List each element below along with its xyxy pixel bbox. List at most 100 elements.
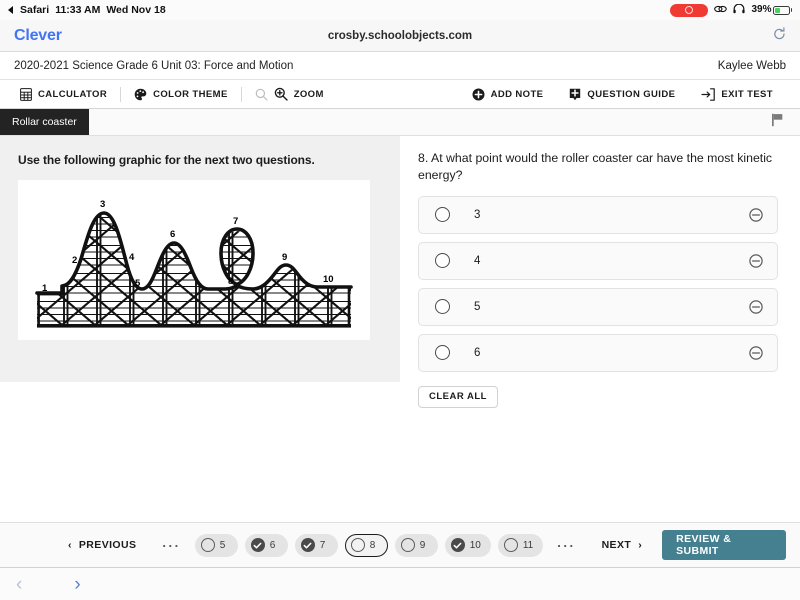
exit-test-button[interactable]: EXIT TEST bbox=[688, 88, 786, 101]
status-bar-right: 39% bbox=[670, 4, 792, 17]
calculator-button[interactable]: CALCULATOR bbox=[14, 80, 120, 108]
trailing-ellipsis: ... bbox=[543, 535, 589, 555]
answered-check-icon bbox=[301, 538, 315, 552]
clear-all-button[interactable]: CLEAR ALL bbox=[418, 386, 498, 408]
zoom-in-icon[interactable] bbox=[274, 87, 288, 101]
point-label-8: 8 bbox=[228, 276, 233, 287]
test-toolbar: CALCULATOR COLOR THEME bbox=[0, 79, 800, 109]
back-to-app-icon[interactable] bbox=[8, 6, 13, 14]
status-bar-left: Safari 11:33 AM Wed Nov 18 bbox=[8, 4, 166, 16]
radio-button[interactable] bbox=[435, 253, 450, 268]
headphones-icon bbox=[733, 4, 745, 17]
status-bar-date: Wed Nov 18 bbox=[106, 4, 165, 16]
color-theme-label: COLOR THEME bbox=[153, 89, 228, 100]
question-pill-list: 5 6 7 8 9 bbox=[195, 534, 544, 557]
back-to-app-label[interactable]: Safari bbox=[20, 4, 49, 16]
stimulus-pane: Use the following graphic for the next t… bbox=[0, 136, 400, 382]
pill-number: 7 bbox=[320, 540, 326, 551]
point-label-7: 7 bbox=[233, 216, 238, 227]
answer-option-d[interactable]: 6 bbox=[418, 334, 778, 372]
app-root: Safari 11:33 AM Wed Nov 18 bbox=[0, 0, 800, 600]
color-theme-button[interactable]: COLOR THEME bbox=[121, 80, 241, 108]
screen-mirroring-icon bbox=[714, 4, 727, 17]
reload-icon[interactable] bbox=[773, 27, 786, 44]
test-title: 2020-2021 Science Grade 6 Unit 03: Force… bbox=[14, 60, 293, 72]
browser-forward-icon[interactable]: › bbox=[74, 575, 80, 594]
stimulus-instruction: Use the following graphic for the next t… bbox=[18, 153, 382, 167]
ios-status-bar: Safari 11:33 AM Wed Nov 18 bbox=[0, 0, 800, 20]
pill-number: 10 bbox=[470, 540, 481, 551]
zoom-label: ZOOM bbox=[294, 89, 324, 100]
unanswered-circle-icon bbox=[401, 538, 415, 552]
unanswered-circle-icon bbox=[504, 538, 518, 552]
zoom-controls[interactable]: ZOOM bbox=[242, 80, 337, 108]
record-indicator-icon[interactable] bbox=[670, 4, 708, 17]
exit-test-label: EXIT TEST bbox=[721, 89, 773, 100]
main-content: Use the following graphic for the next t… bbox=[0, 136, 800, 522]
zoom-out-icon[interactable] bbox=[255, 88, 268, 101]
add-note-button[interactable]: ADD NOTE bbox=[466, 88, 557, 101]
answer-option-a[interactable]: 3 bbox=[418, 196, 778, 234]
next-button[interactable]: NEXT › bbox=[590, 539, 655, 551]
answer-option-c[interactable]: 5 bbox=[418, 288, 778, 326]
tab-rollar-coaster[interactable]: Rollar coaster bbox=[0, 109, 89, 135]
next-label: NEXT bbox=[602, 539, 632, 551]
chevron-left-icon: ‹ bbox=[68, 539, 72, 551]
battery-icon bbox=[773, 6, 790, 15]
question-pill-8-current[interactable]: 8 bbox=[345, 534, 388, 557]
question-pill-6[interactable]: 6 bbox=[245, 534, 288, 557]
battery-fill bbox=[775, 8, 781, 13]
radio-button[interactable] bbox=[435, 345, 450, 360]
question-pill-9[interactable]: 9 bbox=[395, 534, 438, 557]
question-guide-label: QUESTION GUIDE bbox=[587, 89, 675, 100]
previous-label: PREVIOUS bbox=[79, 539, 136, 551]
point-label-2: 2 bbox=[72, 255, 77, 266]
record-dot-icon bbox=[685, 6, 693, 14]
status-bar-time: 11:33 AM bbox=[55, 4, 100, 16]
roller-coaster-diagram: 1 2 3 4 5 6 7 8 9 10 bbox=[18, 180, 370, 340]
question-guide-button[interactable]: QUESTION GUIDE bbox=[556, 88, 688, 101]
flag-question-button[interactable] bbox=[771, 109, 800, 135]
previous-button[interactable]: ‹ PREVIOUS bbox=[56, 539, 148, 551]
palette-icon bbox=[134, 88, 147, 101]
point-label-9: 9 bbox=[282, 252, 287, 263]
circle-minus-icon[interactable] bbox=[749, 254, 763, 268]
circle-minus-icon[interactable] bbox=[749, 208, 763, 222]
circle-minus-icon[interactable] bbox=[749, 300, 763, 314]
question-text: At what point would the roller coaster c… bbox=[418, 151, 772, 182]
answer-option-label: 3 bbox=[474, 209, 480, 221]
question-pill-11[interactable]: 11 bbox=[498, 534, 543, 557]
pill-number: 9 bbox=[420, 540, 426, 551]
clever-logo[interactable]: Clever bbox=[14, 27, 62, 45]
browser-top-bar: Clever crosby.schoolobjects.com bbox=[0, 20, 800, 52]
question-block: 8. At what point would the roller coaste… bbox=[418, 150, 778, 185]
question-pill-5[interactable]: 5 bbox=[195, 534, 238, 557]
point-label-6: 6 bbox=[170, 229, 175, 240]
pill-number: 5 bbox=[220, 540, 226, 551]
address-bar-url[interactable]: crosby.schoolobjects.com bbox=[0, 30, 800, 42]
tab-label: Rollar coaster bbox=[12, 116, 77, 128]
add-note-label: ADD NOTE bbox=[491, 89, 544, 100]
radio-button[interactable] bbox=[435, 207, 450, 222]
pill-number: 11 bbox=[523, 540, 533, 551]
browser-back-icon[interactable]: ‹ bbox=[16, 575, 22, 594]
student-name: Kaylee Webb bbox=[718, 60, 786, 72]
answered-check-icon bbox=[251, 538, 265, 552]
battery-indicator: 39% bbox=[751, 5, 792, 15]
radio-button[interactable] bbox=[435, 299, 450, 314]
question-pill-7[interactable]: 7 bbox=[295, 534, 338, 557]
review-and-submit-button[interactable]: REVIEW & SUBMIT bbox=[662, 530, 786, 560]
test-title-bar: 2020-2021 Science Grade 6 Unit 03: Force… bbox=[0, 52, 800, 79]
browser-bottom-bar: ‹ › bbox=[0, 567, 800, 600]
question-pill-10[interactable]: 10 bbox=[445, 534, 491, 557]
exit-icon bbox=[701, 88, 715, 101]
pill-number: 8 bbox=[370, 540, 376, 551]
question-pane: 8. At what point would the roller coaste… bbox=[400, 136, 800, 522]
answer-option-b[interactable]: 4 bbox=[418, 242, 778, 280]
calculator-icon bbox=[20, 88, 32, 101]
point-label-5: 5 bbox=[135, 278, 141, 289]
circle-minus-icon[interactable] bbox=[749, 346, 763, 360]
unanswered-circle-icon bbox=[351, 538, 365, 552]
unanswered-circle-icon bbox=[201, 538, 215, 552]
point-label-1: 1 bbox=[42, 283, 48, 294]
